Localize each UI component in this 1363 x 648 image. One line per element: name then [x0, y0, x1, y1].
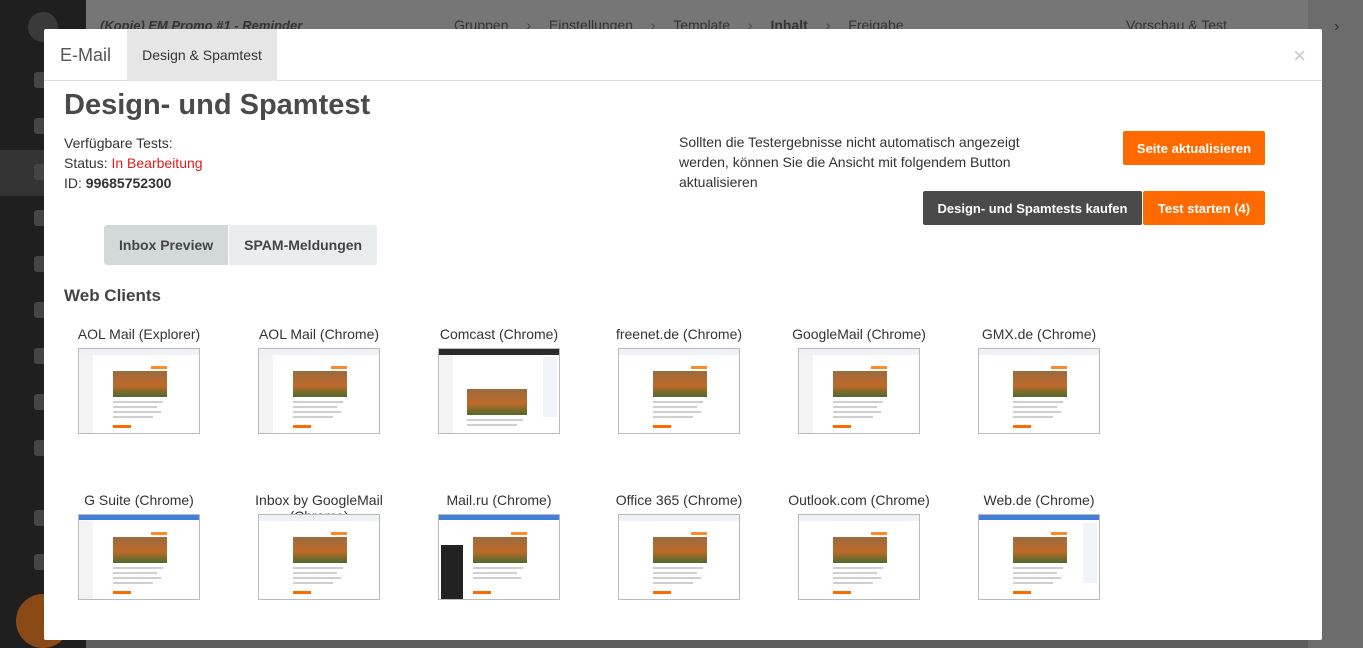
client-preview-thumbnail[interactable]	[618, 514, 740, 600]
status-value: In Bearbeitung	[111, 155, 203, 171]
client-card[interactable]: G Suite (Chrome)	[49, 492, 229, 600]
client-name: Outlook.com (Chrome)	[788, 492, 930, 508]
client-name: Comcast (Chrome)	[439, 326, 559, 342]
client-card[interactable]: Web.de (Chrome)	[949, 492, 1129, 600]
client-card[interactable]: AOL Mail (Explorer)	[49, 326, 229, 434]
id-label: ID:	[64, 175, 82, 191]
client-name: Inbox by GoogleMail (Chrome)	[255, 492, 383, 524]
client-name: AOL Mail (Chrome)	[258, 326, 380, 342]
client-preview-thumbnail[interactable]	[978, 348, 1100, 434]
refresh-page-button[interactable]: Seite aktualisieren	[1123, 131, 1265, 165]
client-card[interactable]: GMX.de (Chrome)	[949, 326, 1129, 434]
test-info: Verfügbare Tests: Status: In Bearbeitung…	[64, 133, 203, 193]
client-card[interactable]: GoogleMail (Chrome)	[769, 326, 949, 434]
client-preview-thumbnail[interactable]	[618, 348, 740, 434]
chevron-right-icon[interactable]: ›	[1334, 18, 1339, 36]
client-preview-thumbnail[interactable]	[78, 514, 200, 600]
client-name: GoogleMail (Chrome)	[792, 326, 926, 342]
page-title: Design- und Spamtest	[64, 89, 371, 121]
client-card[interactable]: Inbox by GoogleMail (Chrome)	[229, 492, 409, 600]
design-spamtest-modal: E-Mail Design & Spamtest × Design- und S…	[44, 29, 1322, 640]
client-name: Mail.ru (Chrome)	[446, 492, 552, 508]
tab-email[interactable]: E-Mail	[60, 45, 111, 66]
tab-design-spamtest[interactable]: Design & Spamtest	[127, 29, 277, 81]
client-preview-thumbnail[interactable]	[258, 348, 380, 434]
close-icon[interactable]: ×	[1293, 43, 1306, 69]
status-label: Status:	[64, 155, 108, 171]
client-card[interactable]: Office 365 (Chrome)	[589, 492, 769, 600]
status-row: Status: In Bearbeitung	[64, 153, 203, 173]
client-preview-thumbnail[interactable]	[258, 514, 380, 600]
web-clients-heading: Web Clients	[64, 286, 161, 305]
client-preview-thumbnail[interactable]	[978, 514, 1100, 600]
client-preview-thumbnail[interactable]	[798, 348, 920, 434]
available-tests-label: Verfügbare Tests:	[64, 135, 173, 151]
client-preview-thumbnail[interactable]	[438, 348, 560, 434]
client-card[interactable]: AOL Mail (Chrome)	[229, 326, 409, 434]
client-name: freenet.de (Chrome)	[615, 326, 743, 342]
id-value: 99685752300	[85, 175, 172, 191]
client-name: Office 365 (Chrome)	[615, 492, 743, 508]
client-card[interactable]: Mail.ru (Chrome)	[409, 492, 589, 600]
client-name: AOL Mail (Explorer)	[77, 326, 201, 342]
modal-header: E-Mail Design & Spamtest ×	[44, 29, 1322, 81]
client-card[interactable]: freenet.de (Chrome)	[589, 326, 769, 434]
client-preview-thumbnail[interactable]	[798, 514, 920, 600]
client-preview-thumbnail[interactable]	[78, 348, 200, 434]
refresh-notice: Sollten die Testergebnisse nicht automat…	[679, 134, 1020, 190]
client-name: G Suite (Chrome)	[84, 492, 194, 508]
client-card[interactable]: Comcast (Chrome)	[409, 326, 589, 434]
tab-spam-reports[interactable]: SPAM-Meldungen	[228, 225, 378, 265]
client-preview-thumbnail[interactable]	[438, 514, 560, 600]
buy-tests-button[interactable]: Design- und Spamtests kaufen	[923, 191, 1142, 225]
client-card[interactable]: Outlook.com (Chrome)	[769, 492, 949, 600]
client-name: Web.de (Chrome)	[983, 492, 1095, 508]
client-name: GMX.de (Chrome)	[981, 326, 1097, 342]
id-row: ID: 99685752300	[64, 173, 203, 193]
tab-inbox-preview[interactable]: Inbox Preview	[104, 225, 229, 265]
result-view-switch: Inbox Preview SPAM-Meldungen	[104, 225, 378, 265]
start-test-button[interactable]: Test starten (4)	[1143, 191, 1265, 225]
